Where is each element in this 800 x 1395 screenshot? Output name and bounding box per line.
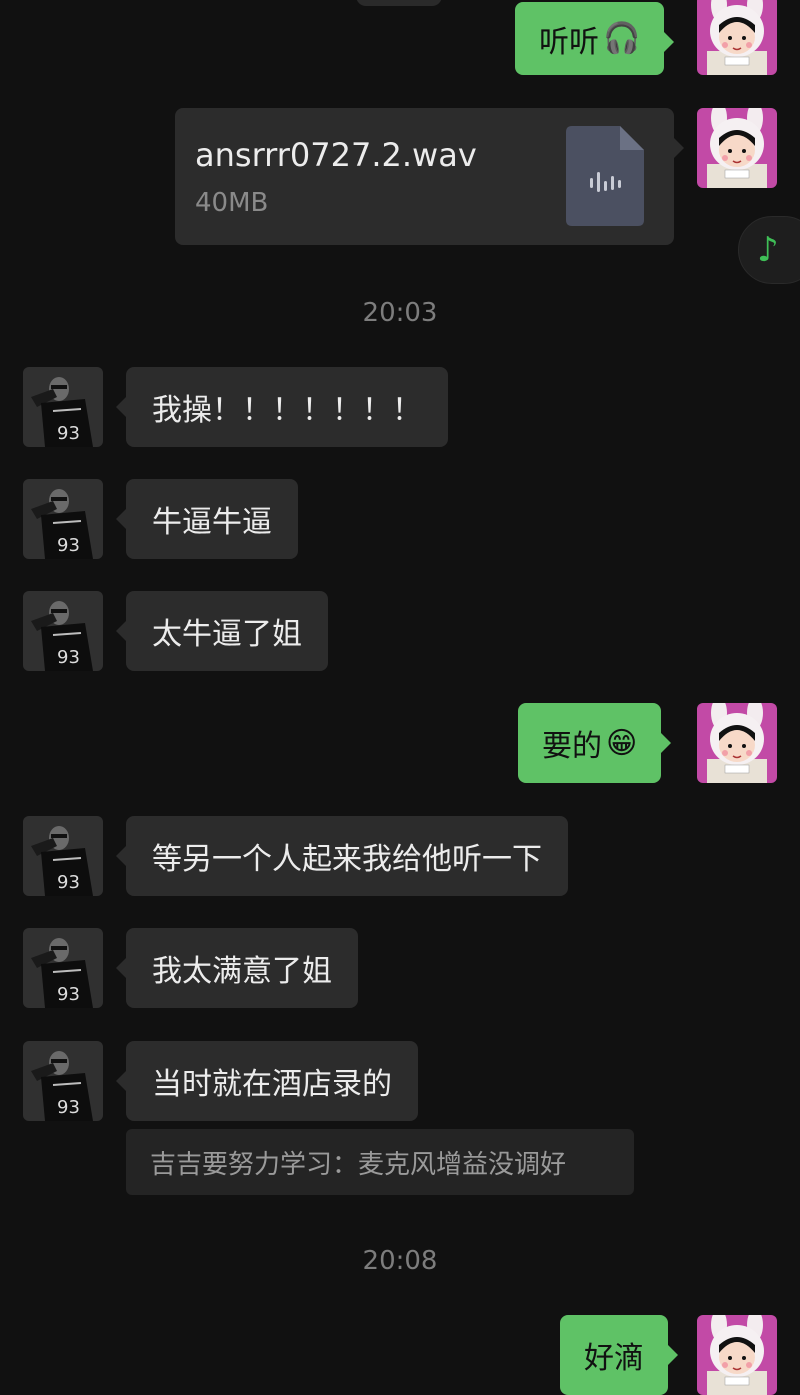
message-text: 听听: [539, 24, 599, 60]
timestamp: 20:08: [362, 1246, 438, 1276]
quoted-reply[interactable]: 吉吉要努力学习：麦克风增益没调好: [126, 1129, 634, 1195]
timestamp: 20:03: [362, 298, 438, 328]
self-avatar[interactable]: [697, 108, 777, 188]
audio-file-icon: [566, 126, 644, 226]
headphones-emoji: 🎧: [603, 21, 641, 56]
contact-avatar[interactable]: [23, 479, 103, 559]
message-text: 当时就在酒店录的: [152, 1067, 392, 1102]
incoming-message-bubble[interactable]: 当时就在酒店录的: [116, 1041, 418, 1121]
message-text: 我太满意了姐: [152, 954, 332, 989]
contact-avatar[interactable]: [23, 928, 103, 1008]
music-note-icon[interactable]: ♪: [738, 216, 800, 284]
message-text: 好滴: [584, 1341, 644, 1376]
message-text: 要的: [542, 729, 602, 764]
outgoing-message-bubble[interactable]: 好滴: [560, 1315, 678, 1395]
incoming-message-bubble[interactable]: 等另一个人起来我给他听一下: [116, 816, 568, 896]
file-message-bubble[interactable]: ansrrr0727.2.wav 40MB: [175, 108, 684, 245]
contact-avatar[interactable]: [23, 591, 103, 671]
self-avatar[interactable]: [697, 0, 777, 75]
message-text: 太牛逼了姐: [152, 617, 302, 652]
incoming-message-bubble[interactable]: 我操！！！！！！！: [116, 367, 448, 447]
grin-emoji: 😁: [606, 725, 638, 761]
incoming-message-bubble[interactable]: 我太满意了姐: [116, 928, 358, 1008]
quoted-text: 吉吉要努力学习：麦克风增益没调好: [150, 1149, 567, 1180]
message-text: 牛逼牛逼: [152, 505, 272, 540]
incoming-message-bubble[interactable]: 太牛逼了姐: [116, 591, 328, 671]
message-text: 我操！！！！！！！: [152, 393, 422, 428]
contact-avatar[interactable]: [23, 1041, 103, 1121]
outgoing-message-bubble[interactable]: 要的 😁: [518, 703, 672, 783]
incoming-message-bubble[interactable]: 牛逼牛逼: [116, 479, 298, 559]
file-size: 40MB: [195, 188, 269, 218]
top-partial-element: [356, 0, 442, 6]
self-avatar[interactable]: [697, 1315, 777, 1395]
contact-avatar[interactable]: [23, 816, 103, 896]
file-name: ansrrr0727.2.wav: [195, 136, 477, 174]
message-text: 等另一个人起来我给他听一下: [152, 842, 542, 877]
contact-avatar[interactable]: [23, 367, 103, 447]
outgoing-message-bubble[interactable]: 听听 🎧: [515, 2, 675, 75]
self-avatar[interactable]: [697, 703, 777, 783]
